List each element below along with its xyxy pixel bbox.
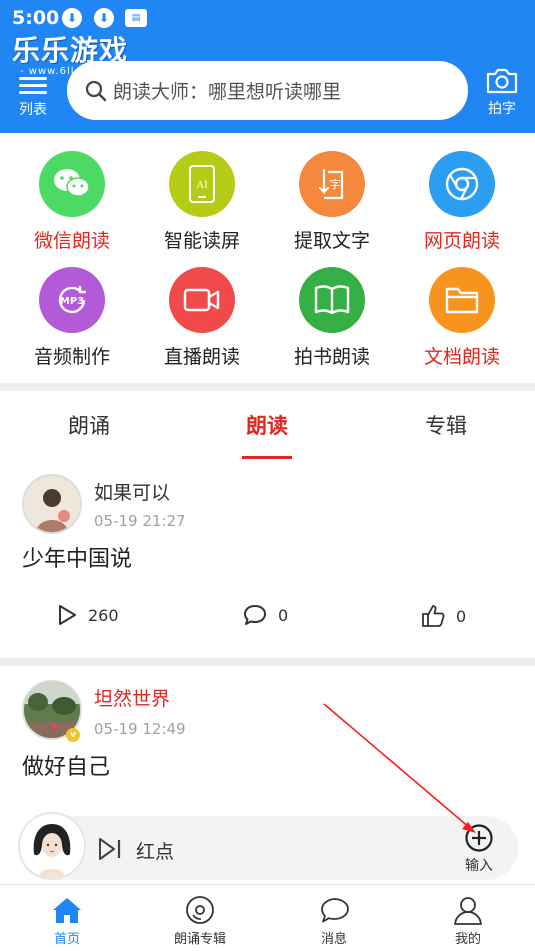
post-title[interactable]: 做好自己 — [22, 749, 110, 781]
menu-label: 列表 — [19, 102, 47, 118]
content-tabs: 朗诵 朗读 专辑 — [0, 392, 535, 460]
play-skip-icon — [99, 838, 121, 860]
feature-live-read[interactable]: 直播朗读 — [137, 267, 267, 369]
status-time: 5:00 — [12, 7, 60, 29]
nav-profile[interactable]: 我的 — [413, 895, 523, 947]
feature-label: 网页朗读 — [423, 230, 500, 252]
play-icon — [59, 605, 76, 625]
message-icon — [321, 898, 349, 923]
input-label: 输入 — [465, 858, 493, 874]
search-placeholder: 朗读大师：哪里想听读哪里 — [113, 81, 342, 103]
mp3-icon: MP3 — [39, 267, 105, 333]
comment-count: 0 — [278, 605, 289, 625]
bottom-nav: 首页 朗诵专辑 消息 我的 — [0, 884, 535, 951]
feature-label: 音频制作 — [33, 346, 110, 368]
post-divider — [0, 658, 535, 666]
svg-text:MP3: MP3 — [60, 296, 84, 307]
post-username[interactable]: 如果可以 — [94, 478, 170, 505]
feature-label: 文档朗读 — [423, 346, 500, 368]
section-divider — [0, 383, 535, 391]
photo-text-button[interactable]: 拍字 — [482, 66, 522, 122]
nav-label: 消息 — [320, 932, 347, 947]
book-icon — [299, 267, 365, 333]
svg-text:AI: AI — [196, 179, 208, 191]
list-item[interactable]: 如果可以 05-19 21:27 少年中国说 260 0 0 — [0, 460, 535, 658]
nav-album[interactable]: 朗诵专辑 — [145, 895, 255, 947]
feature-wechat-read[interactable]: 微信朗读 — [7, 151, 137, 253]
feature-smart-screen-read[interactable]: AI 智能读屏 — [137, 151, 267, 253]
svg-text:字: 字 — [330, 177, 341, 191]
tab-read[interactable]: 朗读 — [207, 410, 327, 440]
video-icon — [169, 267, 235, 333]
post-username[interactable]: 坦然世界 — [94, 684, 170, 711]
post-time: 05-19 21:27 — [94, 512, 186, 530]
verified-badge-icon: v — [66, 728, 80, 742]
list-item[interactable]: v 坦然世界 05-19 12:49 做好自己 — [0, 666, 535, 816]
nav-messages[interactable]: 消息 — [279, 895, 389, 947]
feature-extract-text[interactable]: 字 提取文字 — [267, 151, 397, 253]
add-circle-icon — [465, 824, 493, 852]
play-count-button[interactable]: 260 — [56, 603, 119, 627]
post-title[interactable]: 少年中国说 — [22, 541, 132, 573]
feature-book-photo-read[interactable]: 拍书朗读 — [267, 267, 397, 369]
thumbs-up-icon — [422, 605, 445, 627]
player-avatar[interactable] — [18, 812, 86, 880]
feature-label: 直播朗读 — [163, 346, 240, 368]
ai-screen-icon: AI — [169, 151, 235, 217]
album-disc-icon — [186, 896, 214, 924]
post-time: 05-19 12:49 — [94, 720, 186, 738]
feature-document-read[interactable]: 文档朗读 — [397, 267, 527, 369]
feature-label: 拍书朗读 — [293, 346, 370, 368]
notification-app-icon: ▤ — [125, 9, 147, 27]
comment-button[interactable]: 0 — [242, 603, 288, 627]
feature-label: 提取文字 — [293, 230, 370, 252]
photo-label: 拍字 — [488, 101, 516, 117]
search-icon — [85, 80, 107, 101]
nav-label: 我的 — [454, 932, 481, 947]
nav-label: 首页 — [53, 932, 80, 947]
play-count: 260 — [88, 605, 119, 625]
feature-label: 微信朗读 — [33, 230, 110, 252]
player-track-title: 红点 — [136, 841, 175, 863]
like-count: 0 — [456, 606, 467, 626]
comment-icon — [244, 605, 266, 625]
download-icon: ⬇ — [94, 8, 114, 28]
camera-icon — [486, 68, 518, 94]
tab-recite[interactable]: 朗诵 — [29, 410, 149, 440]
nav-label: 朗诵专辑 — [173, 932, 226, 947]
wechat-icon — [39, 151, 105, 217]
feature-audio-make[interactable]: MP3 音频制作 — [7, 267, 137, 369]
home-icon — [53, 898, 81, 923]
search-input[interactable]: 朗读大师：哪里想听读哪里 — [67, 61, 468, 120]
menu-icon — [19, 77, 47, 95]
feature-label: 智能读屏 — [163, 230, 240, 252]
profile-icon — [454, 897, 482, 925]
feature-grid: 微信朗读 AI 智能读屏 字 提取文字 网页朗读 MP3 音频制作 直播朗读 拍… — [0, 140, 535, 380]
extract-text-icon: 字 — [299, 151, 365, 217]
tab-album[interactable]: 专辑 — [386, 410, 506, 440]
list-menu-button[interactable]: 列表 — [14, 75, 52, 121]
browser-icon — [429, 151, 495, 217]
play-next-button[interactable] — [96, 836, 124, 866]
folder-icon — [429, 267, 495, 333]
active-tab-indicator — [242, 456, 292, 459]
feature-web-read[interactable]: 网页朗读 — [397, 151, 527, 253]
download-icon: ⬇ — [62, 8, 82, 28]
input-button[interactable]: 输入 — [456, 823, 502, 875]
like-button[interactable]: 0 — [420, 603, 466, 629]
nav-home[interactable]: 首页 — [12, 895, 122, 947]
mini-player-bar[interactable] — [18, 816, 518, 880]
avatar[interactable] — [22, 474, 82, 534]
top-header: 5:00 ⬇ ⬇ ▤ 乐乐游戏 - www.6ll.com - 列表 朗读大师：… — [0, 0, 535, 133]
